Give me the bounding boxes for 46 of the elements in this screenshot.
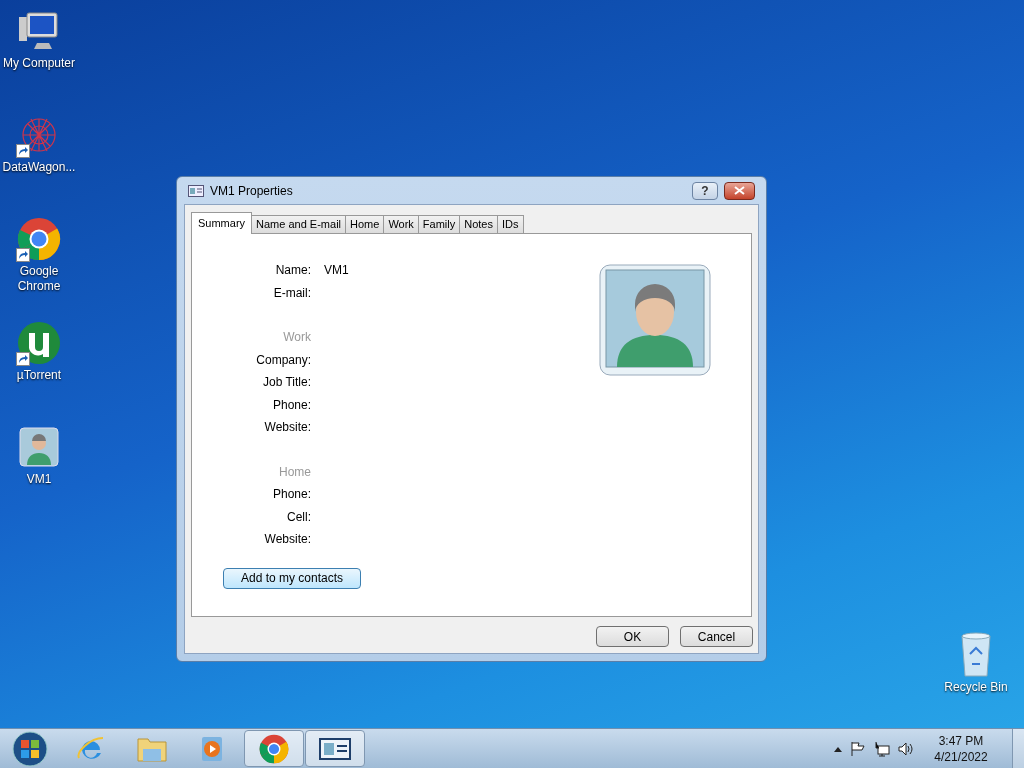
field-label: Phone: [271, 486, 311, 504]
contact-avatar-icon [19, 427, 59, 467]
field-label: Website: [263, 419, 311, 437]
tab[interactable]: Home [345, 215, 385, 233]
show-hidden-icons-icon[interactable] [834, 745, 842, 752]
section-heading: Work [282, 329, 311, 347]
desktop-icon-label[interactable]: VM1 [26, 472, 52, 487]
tab[interactable]: Summary [191, 212, 253, 234]
field-label: Website: [263, 531, 311, 549]
close-button[interactable] [724, 181, 755, 200]
desktop-icon-label[interactable]: My Computer [3, 56, 75, 71]
tab[interactable]: IDs [497, 215, 524, 233]
field-value: VM1 [324, 262, 349, 280]
close-icon [734, 186, 745, 195]
tab[interactable]: Work [383, 215, 419, 233]
chrome-logo-icon [17, 217, 61, 261]
window-title: VM1 Properties [210, 182, 293, 200]
field-label: Cell: [286, 508, 311, 526]
field-label: Name: [274, 262, 311, 280]
field-label: Job Title: [261, 374, 311, 392]
field-label: Company: [255, 351, 311, 369]
taskbar-button[interactable] [305, 730, 365, 767]
tab[interactable]: Notes [459, 215, 498, 233]
flag-icon[interactable] [850, 740, 866, 757]
tab[interactable]: Name and E-mail [251, 215, 347, 233]
contact-card-icon[interactable] [319, 737, 351, 760]
dialog-button[interactable]: OK [596, 626, 669, 647]
add-to-contacts-button[interactable]: Add to my contacts [223, 567, 361, 589]
chrome-logo-icon[interactable] [259, 733, 289, 764]
show-desktop-button[interactable] [1012, 728, 1024, 768]
desktop-icon-label[interactable]: Google Chrome [0, 264, 78, 294]
start-button[interactable] [12, 730, 48, 767]
field-label: Phone: [271, 396, 311, 414]
section-heading: Home [278, 463, 311, 481]
desktop-icon-label[interactable]: DataWagon... [2, 160, 76, 175]
clock-time[interactable]: 3:47 PM [938, 732, 984, 749]
desktop-icon-label[interactable]: µTorrent [16, 368, 62, 383]
contact-card-icon [188, 184, 204, 197]
network-icon[interactable] [874, 740, 890, 757]
speaker-icon[interactable] [898, 740, 914, 757]
tab[interactable]: Family [417, 215, 461, 233]
dialog-button[interactable]: Cancel [680, 626, 753, 647]
clock-date[interactable]: 4/21/2022 [934, 748, 988, 765]
field-label: E-mail: [272, 284, 311, 302]
utorrent-logo-icon [17, 321, 61, 365]
help-button[interactable]: ? [692, 181, 718, 200]
